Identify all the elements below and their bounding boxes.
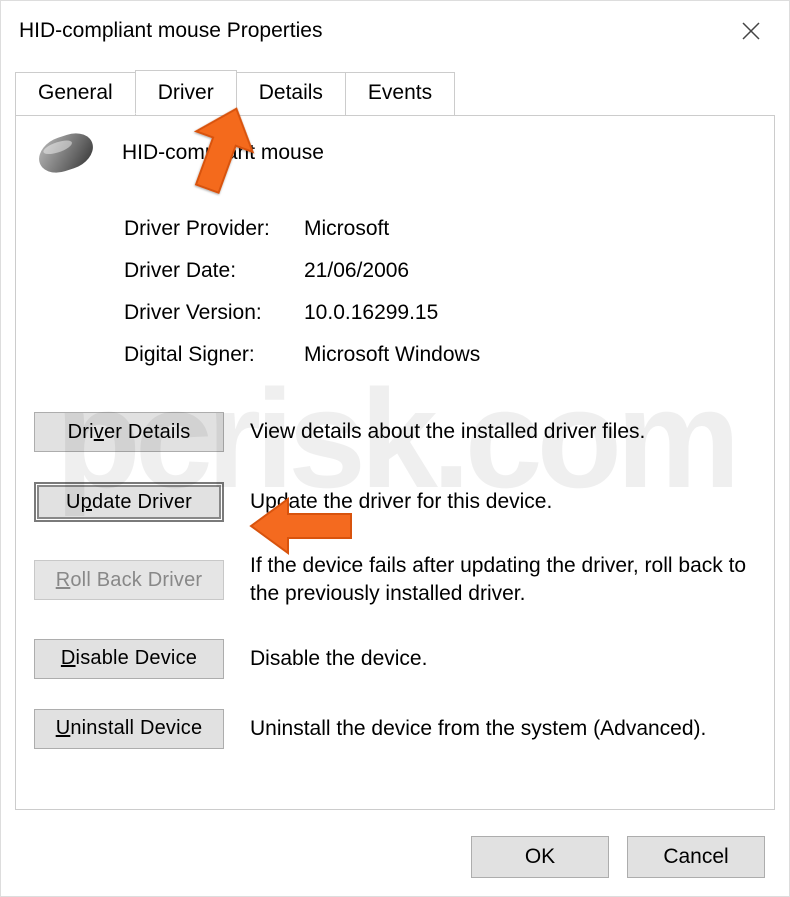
tab-general[interactable]: General <box>15 72 136 116</box>
driver-date-value: 21/06/2006 <box>304 259 409 283</box>
close-icon[interactable] <box>731 11 771 51</box>
driver-details-button[interactable]: Driver Details <box>34 412 224 452</box>
driver-info-table: Driver Provider: Microsoft Driver Date: … <box>124 208 756 376</box>
disable-device-desc: Disable the device. <box>250 645 756 673</box>
uninstall-device-desc: Uninstall the device from the system (Ad… <box>250 715 756 743</box>
digital-signer-label: Digital Signer: <box>124 343 304 367</box>
window-title: HID-compliant mouse Properties <box>19 19 322 43</box>
driver-provider-label: Driver Provider: <box>124 217 304 241</box>
mouse-icon <box>36 128 96 179</box>
driver-details-desc: View details about the installed driver … <box>250 418 756 446</box>
info-row: Driver Date: 21/06/2006 <box>124 250 756 292</box>
titlebar: HID-compliant mouse Properties <box>1 1 789 61</box>
driver-provider-value: Microsoft <box>304 217 389 241</box>
driver-tab-panel: HID-compliant mouse Driver Provider: Mic… <box>15 115 775 810</box>
disable-device-button[interactable]: Disable Device <box>34 639 224 679</box>
info-row: Driver Provider: Microsoft <box>124 208 756 250</box>
roll-back-driver-button: Roll Back Driver <box>34 560 224 600</box>
info-row: Driver Version: 10.0.16299.15 <box>124 292 756 334</box>
uninstall-device-button[interactable]: Uninstall Device <box>34 709 224 749</box>
device-name: HID-compliant mouse <box>122 141 324 165</box>
cancel-button[interactable]: Cancel <box>627 836 765 878</box>
driver-date-label: Driver Date: <box>124 259 304 283</box>
driver-version-label: Driver Version: <box>124 301 304 325</box>
digital-signer-value: Microsoft Windows <box>304 343 480 367</box>
tab-events[interactable]: Events <box>345 72 455 116</box>
roll-back-driver-desc: If the device fails after updating the d… <box>250 552 756 609</box>
driver-version-value: 10.0.16299.15 <box>304 301 438 325</box>
ok-button[interactable]: OK <box>471 836 609 878</box>
tab-driver[interactable]: Driver <box>135 70 237 114</box>
update-driver-desc: Update the driver for this device. <box>250 488 756 516</box>
info-row: Digital Signer: Microsoft Windows <box>124 334 756 376</box>
tab-details[interactable]: Details <box>236 72 346 116</box>
update-driver-button[interactable]: Update Driver <box>34 482 224 522</box>
tab-strip: General Driver Details Events <box>15 71 775 115</box>
